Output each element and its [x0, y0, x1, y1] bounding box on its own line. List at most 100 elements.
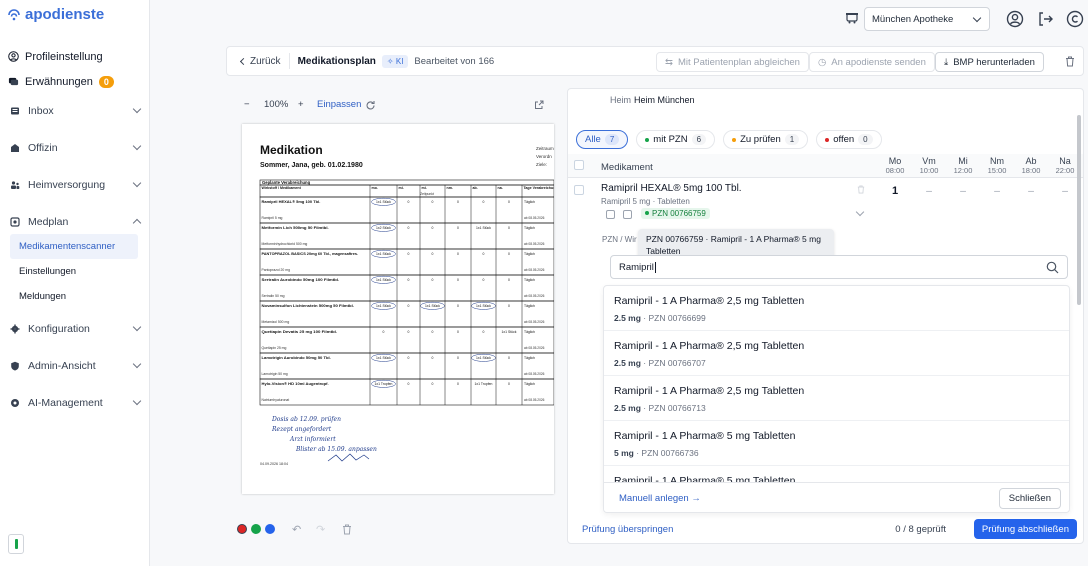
list-item[interactable]: Ramipril - 1 A Pharma® 2,5 mg Tabletten …: [604, 286, 1069, 331]
filter-all[interactable]: Alle 7: [576, 130, 629, 149]
sidebar-item-konfiguration[interactable]: Konfiguration: [0, 316, 150, 341]
dose-value[interactable]: –: [948, 185, 978, 197]
doc-row-sub: Quetiapin 25 mg: [262, 346, 287, 350]
dose-value[interactable]: –: [1050, 185, 1080, 197]
filter-to-check[interactable]: Zu prüfen 1: [723, 130, 809, 149]
doc-dose: 0: [457, 200, 459, 204]
chevron-down-icon: [132, 396, 142, 406]
filter-with-pzn[interactable]: mit PZN 6: [636, 130, 716, 149]
doc-dose: 1x1 Stück: [376, 200, 391, 204]
close-button[interactable]: Schließen: [998, 488, 1061, 509]
dose-value[interactable]: 1: [880, 185, 910, 197]
doc-row-name: Hylo-Vision® HD 10ml Augentropf.: [262, 382, 329, 386]
chat-icon: [8, 77, 19, 86]
doc-dose: 0: [508, 252, 510, 256]
row-checkbox[interactable]: [574, 185, 584, 195]
send-to-apodienste-button[interactable]: ◷ An apodienste senden: [809, 52, 935, 72]
sidebar-subitem-einstellungen[interactable]: Einstellungen: [0, 259, 150, 284]
zoom-out-button[interactable]: −: [244, 99, 250, 110]
pzn-label: PZN / Wir: [602, 235, 637, 244]
doc-patient: Sommer, Jana, geb. 01.02.1980: [260, 162, 363, 169]
column-header-medication: Medikament: [601, 162, 653, 173]
blue-pen-color[interactable]: [265, 524, 275, 534]
medication-check-panel: Heim Heim München Alle 7 mit PZN 6 Zu prüfe…: [567, 88, 1084, 544]
column-header-day: Mo 08:00: [885, 156, 905, 175]
doc-row-sub: Natriumhyaluronat: [262, 398, 290, 402]
doc-dose: 0: [408, 200, 410, 204]
fit-button[interactable]: Einpassen: [317, 99, 361, 110]
handwritten-note: Arzt informiert: [289, 436, 336, 443]
doc-row-date: ab 08.05.2026: [524, 294, 545, 298]
doc-col-header: mi.: [422, 186, 427, 190]
search-icon[interactable]: [1046, 261, 1059, 274]
trash-icon[interactable]: [342, 524, 352, 535]
filter-open[interactable]: offen 0: [816, 130, 882, 149]
zoom-in-button[interactable]: +: [298, 99, 304, 110]
pzn-search-input[interactable]: Ramipril: [610, 255, 1068, 279]
sidebar-subitem-meldungen[interactable]: Meldungen: [0, 284, 150, 309]
status-indicator[interactable]: [8, 534, 24, 554]
sidebar-item-label: Konfiguration: [28, 322, 90, 335]
sidebar-item-admin[interactable]: Admin-Ansicht: [0, 353, 150, 378]
back-button[interactable]: Zurück: [239, 55, 281, 67]
scrollbar[interactable]: [1077, 115, 1081, 305]
expand-chevron-icon[interactable]: [855, 207, 865, 217]
mentions-link[interactable]: Erwähnungen 0: [8, 69, 142, 94]
doc-dose: 0: [383, 330, 385, 334]
send-icon: ◷: [818, 56, 827, 68]
trash-icon[interactable]: [857, 185, 865, 194]
redo-icon[interactable]: ↷: [316, 523, 325, 536]
pzn-tag: PZN 00766759: [641, 208, 710, 219]
back-label: Zurück: [250, 55, 281, 67]
sidebar-item-inbox[interactable]: Inbox: [0, 98, 150, 123]
logout-icon[interactable]: [1036, 10, 1054, 28]
table-row[interactable]: Ramipril HEXAL® 5mg 100 Tbl. Ramipril 5 …: [568, 178, 1083, 222]
trash-icon[interactable]: [1065, 56, 1075, 67]
doc-row-note: Täglich: [524, 304, 535, 308]
doc-row-date: ab 08.05.2026: [524, 242, 545, 246]
doc-row-date: ab 08.05.2026: [524, 216, 545, 220]
sidebar-item-label: Medplan: [28, 215, 69, 228]
list-item[interactable]: Ramipril - 1 A Pharma® 2,5 mg Tabletten …: [604, 331, 1069, 376]
undo-icon[interactable]: ↶: [292, 523, 301, 536]
doc-dose: 0: [408, 304, 410, 308]
dose-value[interactable]: –: [982, 185, 1012, 197]
shield-icon: [11, 361, 19, 370]
doc-col-header: mo.: [372, 186, 378, 190]
result-meta: 2.5 mg · PZN 00766713: [614, 403, 706, 413]
list-item[interactable]: Ramipril - 1 A Pharma® 5 mg Tabletten 5 …: [604, 421, 1069, 466]
dose-value[interactable]: –: [914, 185, 944, 197]
logo[interactable]: apodienste: [6, 6, 104, 23]
sidebar-item-offizin[interactable]: Offizin: [0, 135, 150, 160]
red-pen-color[interactable]: [237, 524, 247, 534]
column-header-day: Ab 18:00: [1021, 156, 1041, 175]
manual-create-link[interactable]: Manuell anlegen →: [619, 493, 701, 504]
doc-dose: 0: [457, 356, 459, 360]
user-account-icon[interactable]: [1006, 10, 1024, 28]
select-all-checkbox[interactable]: [574, 160, 584, 170]
info-icon[interactable]: [606, 210, 615, 219]
dose-value[interactable]: –: [1016, 185, 1046, 197]
skip-review-link[interactable]: Prüfung überspringen: [582, 524, 673, 535]
external-link-icon[interactable]: [534, 100, 544, 110]
profile-settings-link[interactable]: Profileinstellung: [8, 44, 142, 69]
edit-icon[interactable]: [623, 210, 632, 219]
doc-dose: 0: [483, 200, 485, 204]
download-bmp-button[interactable]: ⤓ BMP herunterladen: [935, 52, 1044, 72]
pharmacy-select[interactable]: München Apotheke: [864, 7, 990, 31]
doc-col-header: Wirkstoff / Medikament: [262, 186, 302, 190]
compare-patient-plan-button[interactable]: ⇆ Mit Patientenplan abgleichen: [656, 52, 809, 72]
doc-section-title: Geplante Verabreichung: [262, 180, 311, 185]
sidebar-subitem-medikamentenscanner[interactable]: Medikamentenscanner: [10, 234, 138, 259]
refresh-icon[interactable]: [365, 100, 376, 111]
result-name: Ramipril - 1 A Pharma® 2,5 mg Tabletten: [614, 340, 805, 352]
copyright-icon[interactable]: [1066, 10, 1084, 28]
sidebar-item-medplan[interactable]: Medplan: [0, 209, 150, 234]
list-item[interactable]: Ramipril - 1 A Pharma® 2,5 mg Tabletten …: [604, 376, 1069, 421]
finish-review-button[interactable]: Prüfung abschließen: [973, 519, 1077, 539]
page-header: Zurück Medikationsplan ✧ KI Bearbeitet v…: [226, 46, 1084, 76]
sidebar-item-ai-management[interactable]: AI-Management: [0, 390, 150, 415]
green-pen-color[interactable]: [251, 524, 261, 534]
sidebar-item-heimversorgung[interactable]: Heimversorgung: [0, 172, 150, 197]
result-meta: 5 mg · PZN 00766736: [614, 448, 699, 458]
